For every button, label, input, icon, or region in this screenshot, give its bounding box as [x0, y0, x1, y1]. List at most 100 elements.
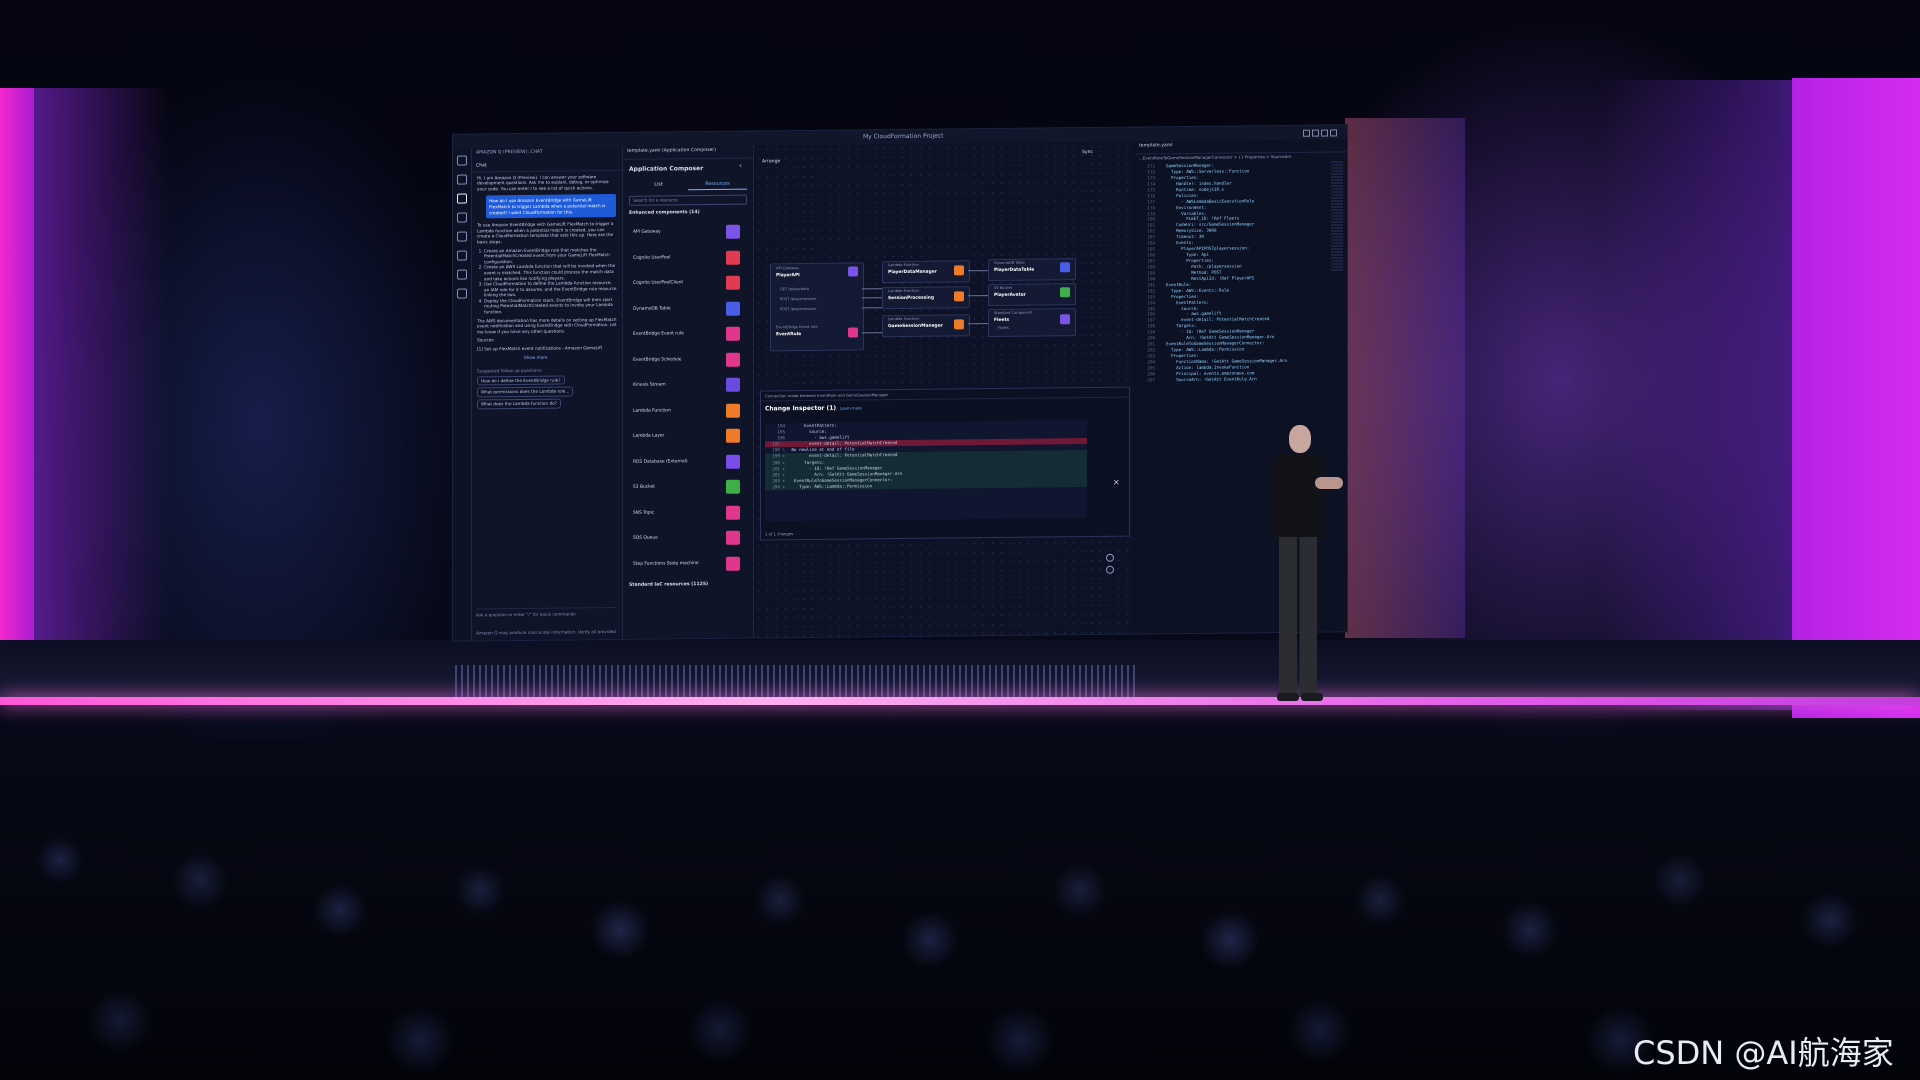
zoom-out-icon[interactable]: [1106, 565, 1114, 574]
explorer-icon[interactable]: [457, 155, 467, 166]
enhanced-components-header[interactable]: Enhanced components (14): [629, 210, 747, 216]
resource-item[interactable]: SNS Topic: [623, 501, 753, 528]
screen-edge-glow: [1345, 118, 1465, 638]
learn-more-link[interactable]: Learn more: [840, 405, 862, 410]
resource-item[interactable]: Cognito UserPoolClient: [623, 272, 753, 299]
amazon-q-chat-panel: AMAZON Q (PREVIEW): CHAT Chat Hi, I am A…: [472, 146, 623, 641]
presenter-head: [1289, 425, 1311, 453]
layout-icon[interactable]: [1321, 129, 1328, 137]
answer-intro: To use Amazon EventBridge with GameLift …: [477, 221, 614, 245]
resource-icon: [726, 352, 740, 367]
eventbridge-icon: [848, 327, 858, 338]
resource-label: Kinesis Stream: [633, 382, 666, 388]
resource-item[interactable]: S3 Bucket: [623, 476, 753, 503]
code-text: MemorySize: 3008: [1161, 227, 1217, 234]
minimap[interactable]: [1331, 161, 1343, 272]
screen-reflection: [455, 665, 1135, 697]
diff-line-text: Arn: !GetAtt GameSessionManager.Arn: [789, 470, 903, 477]
code-text: Properties:: [1161, 352, 1199, 359]
code-text: Type: AWS::Serverless::Function: [1161, 168, 1250, 175]
chat-tab[interactable]: Chat: [472, 159, 622, 173]
diff-line-text: event-detail: PotentialMatchCreated: [789, 440, 898, 447]
code-text: Variables:: [1161, 210, 1207, 216]
suggestion-chip[interactable]: What does the Lambda function do?: [477, 398, 561, 410]
layout-icon[interactable]: [1303, 129, 1310, 137]
resource-label: RDS Database (External): [633, 458, 688, 465]
resource-item[interactable]: Step Functions State machine: [623, 552, 753, 579]
layout-icon[interactable]: [1312, 129, 1319, 137]
debug-icon[interactable]: [457, 269, 467, 280]
resource-item[interactable]: API Gateway: [623, 221, 753, 248]
standard-resources-header[interactable]: Standard IaC resources (1125): [629, 582, 747, 588]
resource-item[interactable]: EventBridge Schedule: [623, 348, 753, 375]
fleet-icon: [1060, 314, 1070, 325]
node-type: DynamoDB Table: [994, 260, 1025, 266]
node-type: Lambda Function: [888, 316, 919, 322]
code-text: Handler: index.handler: [1161, 180, 1232, 187]
sync-button[interactable]: Sync: [1082, 150, 1093, 155]
chat-disclaimer: Amazon Q may produce inaccurate informat…: [476, 629, 616, 636]
source-link[interactable]: [1] Set up FlexMatch event notifications…: [477, 345, 617, 352]
resource-item[interactable]: Kinesis Stream: [623, 374, 753, 401]
node-type: API Gateway: [776, 266, 799, 271]
stage-light-right: [1792, 78, 1920, 718]
extensions-icon[interactable]: [457, 288, 467, 299]
application-composer-panel: template.yaml (Application Composer) App…: [623, 145, 754, 639]
suggestion-chip[interactable]: What permissions does the Lambda role...: [477, 386, 574, 398]
resource-search-input[interactable]: Search for a resource: [629, 194, 747, 206]
window-title: My CloudFormation Project: [863, 132, 944, 141]
tab-resources[interactable]: Resources: [688, 179, 747, 191]
layout-icon[interactable]: [1330, 129, 1337, 137]
resource-item[interactable]: Cognito UserPool: [623, 246, 753, 273]
amazon-q-icon[interactable]: [457, 193, 467, 204]
code-text: EventRuleToGameSessionManagerConnector:: [1161, 340, 1265, 347]
chat-input[interactable]: Ask a question or enter "/" for quick co…: [476, 607, 616, 619]
node-name: GameSessionManager: [888, 323, 943, 330]
s3-icon: [1060, 287, 1070, 298]
api-route: POST /playersession: [780, 296, 817, 302]
code-text: Type: AWS::Events::Rule: [1161, 287, 1230, 293]
code-text: - AWSLambdaBasicExecutionRole: [1161, 197, 1255, 204]
resource-item[interactable]: SQS Queue: [623, 527, 753, 554]
connection-line: [862, 307, 882, 309]
stage-edge-light: [0, 697, 1920, 705]
resource-icon: [726, 224, 740, 239]
close-icon[interactable]: ×: [1113, 478, 1120, 487]
architecture-canvas[interactable]: Arrange Sync API Gateway PlayerAPI GET /…: [754, 141, 1134, 638]
resource-icon: [726, 403, 740, 418]
resource-item[interactable]: RDS Database (External): [623, 450, 753, 477]
resource-item[interactable]: Lambda Function: [623, 399, 753, 426]
resource-icon: [726, 301, 740, 316]
resource-list: API Gateway Cognito UserPool Cognito UserP…: [623, 221, 753, 579]
resource-item[interactable]: Lambda Layer: [623, 425, 753, 452]
code-text: Type: AWS::Lambda::Permission: [1161, 346, 1245, 353]
source-control-icon[interactable]: [457, 250, 467, 261]
terminal-icon[interactable]: [457, 212, 467, 223]
suggestion-chip[interactable]: How do I define the EventBridge rule?: [477, 375, 565, 386]
diff-line-text: Type: AWS::Lambda::Permission: [789, 483, 873, 490]
diff-line-text: - Id: !Ref GameSessionManager: [789, 464, 883, 471]
zoom-in-icon[interactable]: [1106, 553, 1114, 562]
code-text: Timeout: 30: [1161, 234, 1204, 240]
diff-line-text: - aws.gamelift: [789, 434, 850, 441]
breadcrumb[interactable]: ...EventRuleToGameSessionManagerConnecto…: [1135, 152, 1347, 161]
resource-item[interactable]: DynamoDB Table: [623, 297, 753, 324]
user-question: How do I use Amazon EventBridge with Gam…: [486, 194, 616, 219]
resource-item[interactable]: EventBridge Event rule: [623, 323, 753, 350]
layout-controls[interactable]: [1301, 128, 1341, 137]
collapse-chevron-icon[interactable]: ‹: [739, 162, 742, 170]
node-sub: Fleets: [998, 325, 1009, 330]
code-lines[interactable]: 171 GameSessionManager: 172 Type: AWS::Se…: [1137, 162, 1287, 383]
arrange-button[interactable]: Arrange: [762, 159, 780, 164]
presenter-arm: [1315, 477, 1343, 489]
files-icon[interactable]: [457, 174, 467, 185]
tab-list[interactable]: List: [629, 180, 688, 191]
stage-light-left-glow: [30, 88, 170, 698]
inspector-count: (1): [826, 404, 837, 412]
code-text: Action: lambda:InvokeFunction: [1161, 364, 1250, 371]
connection-line: [968, 323, 988, 325]
code-text: - aws.gamelift: [1161, 311, 1222, 317]
search-icon[interactable]: [457, 231, 467, 242]
node-name: PlayerDataTable: [994, 267, 1035, 274]
show-more-link[interactable]: Show more: [524, 354, 622, 361]
